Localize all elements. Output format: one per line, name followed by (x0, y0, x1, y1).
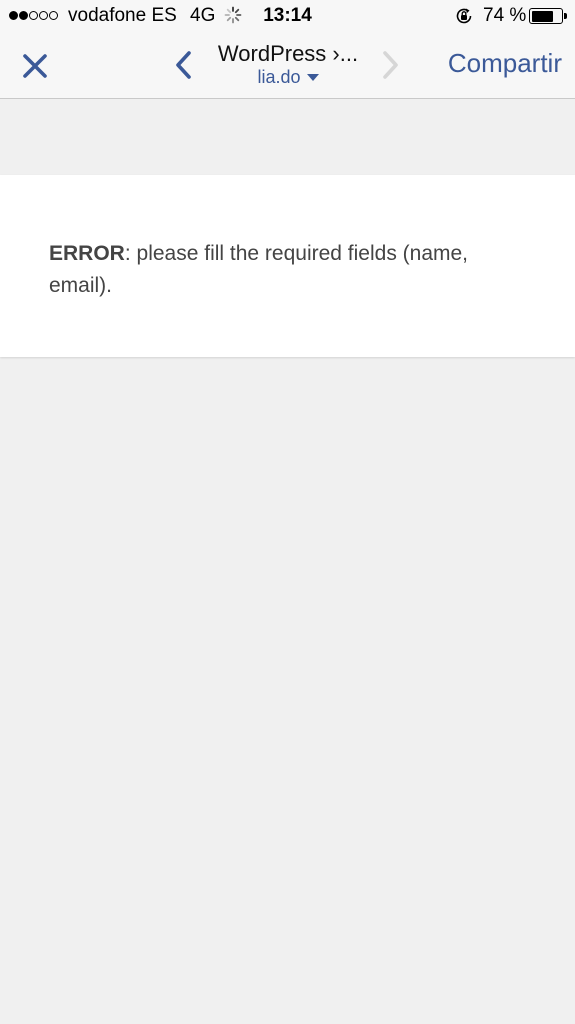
battery-percent: 74 % (483, 5, 527, 26)
domain-selector[interactable]: lia.do (208, 67, 368, 88)
dropdown-caret-icon (306, 73, 319, 81)
orientation-lock-icon (456, 8, 472, 24)
battery-icon (529, 8, 563, 24)
battery-level-fill (531, 10, 553, 22)
status-bar: vodafone ES 4G 13:14 74 % (0, 0, 575, 32)
forward-chevron-icon[interactable] (379, 50, 401, 80)
share-button[interactable]: Compartir (448, 48, 562, 79)
error-message: ERROR: please fill the required fields (… (49, 238, 519, 302)
domain-label: lia.do (257, 67, 301, 87)
close-icon[interactable] (22, 53, 48, 79)
back-chevron-icon[interactable] (173, 50, 195, 80)
page-title: WordPress ›... (217, 41, 359, 66)
browser-nav-bar: WordPress ›... lia.do Compartir (0, 32, 575, 99)
battery-tip (564, 13, 567, 19)
error-label: ERROR (49, 242, 125, 265)
